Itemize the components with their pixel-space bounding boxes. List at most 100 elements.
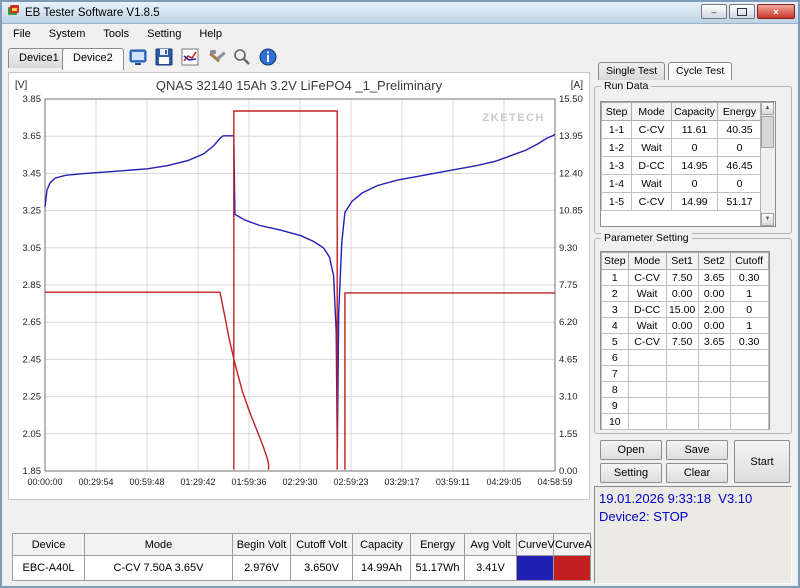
- setting-button[interactable]: Setting: [600, 463, 662, 483]
- table-cell[interactable]: [698, 382, 730, 398]
- tab-device2[interactable]: Device2: [62, 48, 124, 70]
- table-cell[interactable]: 0.30: [730, 270, 768, 286]
- run-data-scrollbar[interactable]: ▲ ▼: [760, 102, 775, 226]
- avg-volt-cell: 3.41V: [465, 556, 517, 581]
- table-cell[interactable]: 0.00: [698, 286, 730, 302]
- table-cell[interactable]: Wait: [628, 286, 666, 302]
- zoom-icon[interactable]: [232, 47, 252, 67]
- save-button[interactable]: Save: [666, 440, 728, 460]
- curve-a-swatch[interactable]: [554, 556, 591, 581]
- open-button[interactable]: Open: [600, 440, 662, 460]
- column-header: Mode: [85, 534, 233, 556]
- table-cell[interactable]: [730, 382, 768, 398]
- table-cell[interactable]: [698, 398, 730, 414]
- minimize-button[interactable]: –: [701, 4, 727, 19]
- table-cell[interactable]: 1: [602, 270, 629, 286]
- table-cell[interactable]: D-CC: [628, 302, 666, 318]
- table-cell[interactable]: 7: [602, 366, 629, 382]
- table-cell[interactable]: 8: [602, 382, 629, 398]
- table-cell[interactable]: [666, 398, 698, 414]
- table-cell[interactable]: 7.50: [666, 334, 698, 350]
- column-header: Energy: [718, 103, 762, 121]
- svg-text:0.00: 0.00: [559, 466, 578, 477]
- parameter-table: StepModeSet1Set2Cutoff1C-CV7.503.650.302…: [601, 252, 769, 430]
- table-cell[interactable]: 2: [602, 286, 629, 302]
- clear-button[interactable]: Clear: [666, 463, 728, 483]
- table-cell[interactable]: 0: [730, 302, 768, 318]
- table-cell[interactable]: C-CV: [628, 334, 666, 350]
- svg-text:2.45: 2.45: [23, 354, 42, 365]
- svg-text:1.85: 1.85: [23, 466, 42, 477]
- table-cell[interactable]: [628, 382, 666, 398]
- table-cell[interactable]: 3.65: [698, 334, 730, 350]
- table-cell[interactable]: [730, 350, 768, 366]
- close-icon: ×: [773, 6, 778, 18]
- table-cell[interactable]: C-CV: [628, 270, 666, 286]
- tab-device1[interactable]: Device1: [8, 48, 70, 68]
- table-cell[interactable]: [666, 350, 698, 366]
- table-cell[interactable]: 15.00: [666, 302, 698, 318]
- chart-panel: QNAS 32140 15Ah 3.2V LiFePO4 _1_Prelimin…: [8, 72, 590, 500]
- menu-tools[interactable]: Tools: [94, 26, 138, 42]
- table-cell[interactable]: [666, 366, 698, 382]
- table-cell[interactable]: [666, 382, 698, 398]
- table-cell[interactable]: 0.00: [698, 318, 730, 334]
- menu-file[interactable]: File: [4, 26, 40, 42]
- table-cell[interactable]: 5: [602, 334, 629, 350]
- table-cell[interactable]: 0.00: [666, 318, 698, 334]
- table-cell[interactable]: [730, 366, 768, 382]
- table-cell[interactable]: 9: [602, 398, 629, 414]
- table-cell[interactable]: [698, 366, 730, 382]
- scroll-up-icon[interactable]: ▲: [761, 102, 774, 115]
- menu-system[interactable]: System: [40, 26, 95, 42]
- table-cell[interactable]: 4: [602, 318, 629, 334]
- table-cell[interactable]: Wait: [628, 318, 666, 334]
- table-cell[interactable]: 1: [730, 318, 768, 334]
- header-row: StepModeSet1Set2Cutoff: [602, 253, 769, 270]
- right-panel: Single Test Cycle Test Run Data StepMode…: [594, 62, 796, 584]
- maximize-button[interactable]: [729, 4, 755, 19]
- table-cell[interactable]: [730, 398, 768, 414]
- table-cell[interactable]: [698, 414, 730, 430]
- table-cell[interactable]: 3.65: [698, 270, 730, 286]
- start-button[interactable]: Start: [734, 440, 790, 483]
- table-cell[interactable]: [628, 350, 666, 366]
- column-header: Energy: [411, 534, 465, 556]
- tab-cycle-test[interactable]: Cycle Test: [668, 62, 732, 80]
- summary-table: Device Mode Begin Volt Cutoff Volt Capac…: [12, 533, 591, 581]
- graph-icon[interactable]: [180, 47, 200, 67]
- tools-icon[interactable]: [206, 47, 226, 67]
- table-cell[interactable]: [730, 414, 768, 430]
- table-cell[interactable]: [698, 350, 730, 366]
- table-cell: C-CV: [632, 193, 672, 211]
- table-row: 6: [602, 350, 769, 366]
- table-cell[interactable]: [666, 414, 698, 430]
- table-cell[interactable]: 0.00: [666, 286, 698, 302]
- device-icon[interactable]: [128, 47, 148, 67]
- menu-setting[interactable]: Setting: [138, 26, 190, 42]
- table-cell[interactable]: 1: [730, 286, 768, 302]
- table-cell[interactable]: 10: [602, 414, 629, 430]
- table-cell[interactable]: 0.30: [730, 334, 768, 350]
- curve-v-swatch[interactable]: [517, 556, 554, 581]
- table-cell[interactable]: [628, 398, 666, 414]
- table-cell[interactable]: 2.00: [698, 302, 730, 318]
- table-cell[interactable]: 3: [602, 302, 629, 318]
- save-icon[interactable]: [154, 47, 174, 67]
- table-cell[interactable]: 7.50: [666, 270, 698, 286]
- table-cell[interactable]: 6: [602, 350, 629, 366]
- column-header: Device: [13, 534, 85, 556]
- info-icon[interactable]: [258, 47, 278, 67]
- svg-text:01:29:42: 01:29:42: [180, 477, 215, 487]
- table-row: 1-1C-CV11.6140.35: [602, 121, 762, 139]
- table-cell: 0: [718, 139, 762, 157]
- scrollbar-thumb[interactable]: [761, 116, 774, 148]
- close-button[interactable]: ×: [757, 4, 795, 19]
- column-header: Step: [602, 103, 632, 121]
- scroll-down-icon[interactable]: ▼: [761, 213, 774, 226]
- menu-help[interactable]: Help: [190, 26, 231, 42]
- begin-volt-cell: 2.976V: [233, 556, 291, 581]
- tab-single-test[interactable]: Single Test: [598, 62, 665, 80]
- table-cell[interactable]: [628, 366, 666, 382]
- table-cell[interactable]: [628, 414, 666, 430]
